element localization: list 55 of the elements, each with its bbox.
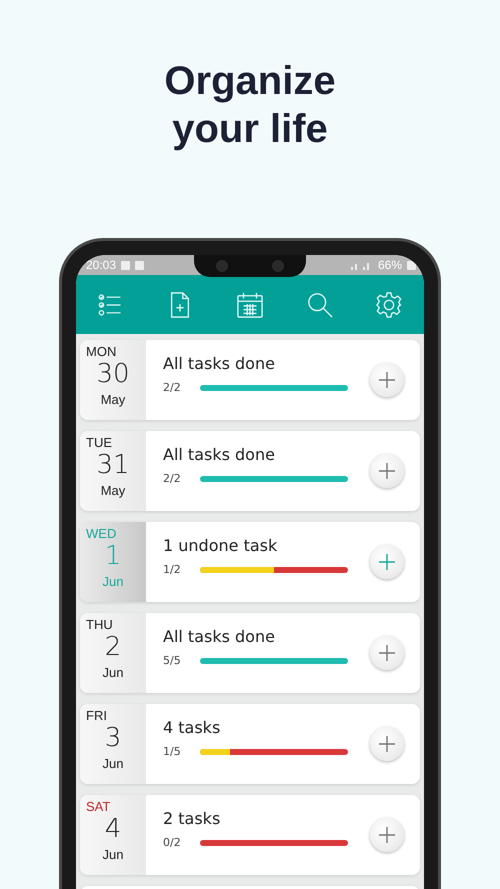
task-summary: 1 undone task — [163, 536, 278, 555]
add-task-button[interactable] — [370, 545, 404, 579]
add-task-button[interactable] — [370, 818, 404, 852]
plus-icon — [378, 371, 396, 389]
weekday: FRI — [86, 708, 107, 723]
weekday: WED — [86, 526, 116, 541]
headline: Organize — [164, 58, 336, 105]
add-task-button[interactable] — [370, 363, 404, 397]
day-number: 31 — [96, 450, 130, 480]
task-summary: All tasks done — [163, 354, 276, 373]
add-task-button[interactable] — [370, 636, 404, 670]
battery-percent: 66% — [378, 258, 402, 272]
day-number: 3 — [104, 723, 122, 753]
calendar-icon[interactable] — [236, 292, 263, 318]
plus-icon — [378, 826, 396, 844]
task-summary: All tasks done — [163, 627, 276, 646]
add-task-button[interactable] — [370, 454, 404, 488]
task-count: 0/2 — [163, 836, 182, 849]
search-icon[interactable] — [306, 292, 333, 318]
headline: your life — [172, 106, 328, 153]
month: Jun — [102, 574, 124, 589]
day-card[interactable]: FRI 3 Jun 4 tasks 1/5 — [80, 704, 420, 784]
day-number: 4 — [104, 814, 122, 844]
weekday: MON — [86, 344, 116, 359]
month: May — [100, 392, 126, 407]
day-card[interactable]: THU 2 Jun All tasks done 5/5 — [80, 613, 420, 693]
plus-icon — [378, 644, 396, 662]
day-number: 2 — [104, 632, 122, 662]
task-summary: 4 tasks — [163, 718, 222, 737]
day-number: 30 — [96, 359, 130, 389]
month: May — [100, 483, 126, 498]
day-number: 1 — [104, 541, 122, 571]
day-card[interactable]: TUE 31 May All tasks done 2/2 — [80, 431, 420, 511]
status-time: 20:03 — [86, 258, 116, 272]
task-count: 2/2 — [163, 472, 182, 485]
plus-icon — [378, 735, 396, 753]
task-count: 1/2 — [163, 563, 182, 576]
weekday: SAT — [86, 799, 110, 814]
task-count: 2/2 — [163, 381, 182, 394]
task-count: 5/5 — [163, 654, 182, 667]
day-card[interactable]: MON 30 May All tasks done 2/2 — [80, 340, 420, 420]
month: Jun — [102, 847, 124, 862]
plus-icon — [378, 462, 396, 480]
day-card[interactable]: SAT 4 Jun 2 tasks 0/2 — [80, 795, 420, 875]
weekday: THU — [86, 617, 113, 632]
settings-icon[interactable] — [376, 292, 402, 318]
plus-icon — [378, 553, 396, 571]
add-task-button[interactable] — [370, 727, 404, 761]
task-count: 1/5 — [163, 745, 182, 758]
month: Jun — [102, 665, 124, 680]
task-summary: 2 tasks — [163, 809, 222, 828]
day-card[interactable]: WED 1 Jun 1 undone task 1/2 — [80, 522, 420, 602]
month: Jun — [102, 756, 124, 771]
task-summary: All tasks done — [163, 445, 276, 464]
weekday: TUE — [86, 435, 112, 450]
